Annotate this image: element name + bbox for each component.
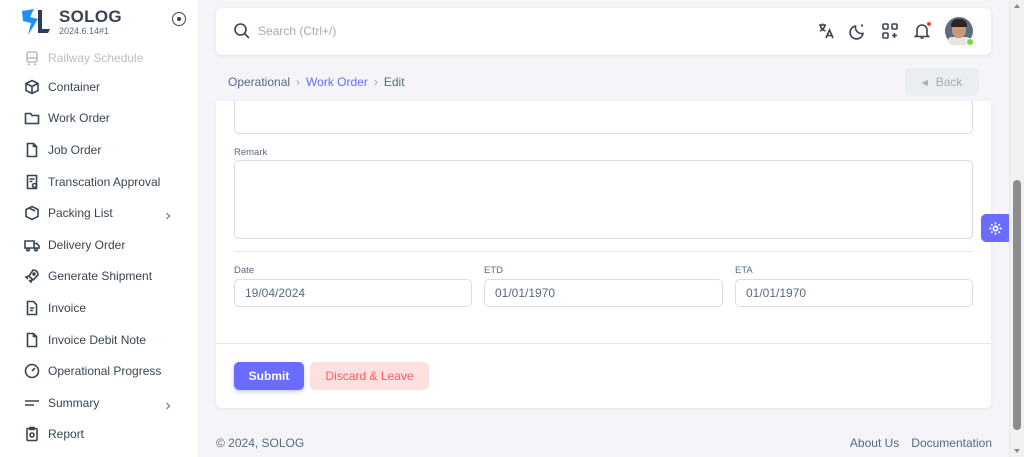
sidebar-item-label: Invoice [48,300,87,315]
sidebar-item-label: Summary [48,395,100,410]
previous-field-input[interactable] [234,101,973,134]
file-icon [24,142,40,158]
notification-dot [926,21,932,27]
avatar[interactable] [945,17,974,46]
work-order-form-card: Remark Date 19/04/2024 ETD 01/01/1970 ET… [216,101,991,408]
package-icon [24,205,40,221]
sidebar-item-packing-list[interactable]: Packing List [0,197,198,229]
search-icon[interactable] [233,22,251,40]
brand-version: 2024.6.14#1 [59,25,110,36]
copyright-text: © 2024, SOLOG [216,436,305,450]
sidebar-item-operational-progress[interactable]: Operational Progress [0,355,198,387]
top-navbar [216,8,991,55]
online-status-icon [966,38,974,46]
breadcrumb: Operational › Work Order › Edit [216,75,405,89]
brand[interactable]: SOLOG 2024.6.14#1 [0,0,198,44]
sidebar-item-delivery-order[interactable]: Delivery Order [0,229,198,261]
search-input[interactable] [258,20,558,42]
moon-icon[interactable] [848,21,868,41]
scroll-down-icon[interactable] [1014,449,1020,453]
etd-input[interactable]: 01/01/1970 [484,279,723,307]
sidebar-item-label: Delivery Order [48,237,126,252]
back-button[interactable]: ◀ Back [905,68,979,96]
eta-label: ETA [735,265,753,276]
form-divider [234,251,973,252]
sidebar-item-job-order[interactable]: Job Order [0,134,198,166]
footer-link-documentation[interactable]: Documentation [911,436,992,450]
submit-button[interactable]: Submit [234,362,304,390]
gear-icon [988,221,1002,235]
sidebar-item-generate-shipment[interactable]: Generate Shipment [0,261,198,293]
apps-icon[interactable] [880,21,900,41]
train-icon [24,50,40,66]
remark-label: Remark [234,147,268,158]
sidebar-toggle-icon[interactable] [172,12,186,26]
sidebar-item-label: Work Order [48,111,110,126]
page-scrollbar[interactable] [1009,0,1024,457]
translate-icon[interactable] [816,21,836,41]
sidebar-item-label: Transcation Approval [48,174,161,189]
sidebar-item-label: Generate Shipment [48,269,153,284]
scroll-up-icon[interactable] [1014,4,1020,8]
sidebar-item-summary[interactable]: Summary [0,387,198,419]
sidebar-item-container[interactable]: Container [0,71,198,103]
note-icon [24,332,40,348]
truck-icon [24,237,40,253]
sidebar-item-label: Invoice Debit Note [48,332,147,347]
footer-link-about-us[interactable]: About Us [850,436,899,450]
etd-label: ETD [484,265,503,276]
sidebar-item-label: Packing List [48,206,113,221]
sidebar-item-label: Railway Schedule [48,51,144,65]
sidebar: SOLOG 2024.6.14#1 Railway Schedule Conta… [0,0,199,457]
discard-leave-button[interactable]: Discard & Leave [310,362,429,390]
gauge-icon [24,363,40,379]
bell-icon[interactable] [912,21,932,41]
folder-icon [24,110,40,126]
breadcrumb-operational: Operational [228,75,291,89]
customizer-toggle-button[interactable] [981,214,1009,242]
page-footer: © 2024, SOLOG About Us Documentation [216,433,992,453]
eta-input[interactable]: 01/01/1970 [735,279,973,307]
breadcrumb-separator: › [296,75,301,89]
sidebar-item-railway-schedule[interactable]: Railway Schedule [0,45,198,71]
card-footer-divider [216,343,991,344]
chevron-right-icon [164,209,172,220]
sidebar-item-work-order[interactable]: Work Order [0,103,198,135]
menu-lines-icon [24,395,40,411]
back-button-label: Back [935,75,963,89]
breadcrumb-current: Edit [383,75,405,89]
sidebar-item-invoice[interactable]: Invoice [0,292,198,324]
box-icon [24,79,40,95]
brand-name: SOLOG [59,6,122,26]
solog-logo-icon [20,7,52,37]
date-label: Date [234,265,255,276]
breadcrumb-separator: › [373,75,378,89]
chevron-left-icon: ◀ [921,77,928,87]
sidebar-item-label: Operational Progress [48,364,162,379]
sidebar-item-label: Report [48,427,85,442]
sidebar-item-label: Job Order [48,142,102,157]
remark-textarea[interactable] [234,160,973,239]
invoice-icon [24,300,40,316]
sidebar-menu: Railway Schedule Container Work Order Jo… [0,45,198,450]
breadcrumb-work-order-link[interactable]: Work Order [306,75,368,89]
breadcrumb-bar: Operational › Work Order › Edit ◀ Back [216,63,991,101]
sidebar-item-label: Container [48,79,101,94]
sidebar-item-report[interactable]: Report [0,419,198,451]
date-input[interactable]: 19/04/2024 [234,279,472,307]
clipboard-icon [24,426,40,442]
chevron-right-icon [164,399,172,410]
rocket-icon [24,268,40,284]
scroll-thumb[interactable] [1013,180,1021,430]
file-check-icon [24,174,40,190]
sidebar-item-transcation-approval[interactable]: Transcation Approval [0,166,198,198]
sidebar-item-invoice-debit-note[interactable]: Invoice Debit Note [0,324,198,356]
